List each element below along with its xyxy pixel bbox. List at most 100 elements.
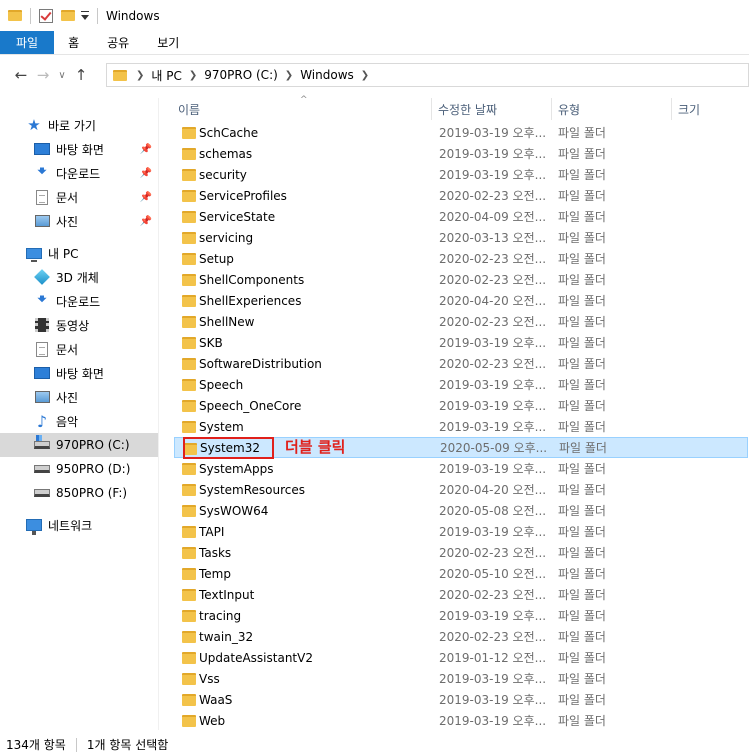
file-row[interactable]: TextInput 2020-02-23 오전... 파일 폴더 [174, 584, 748, 605]
download-icon: 🠻 [37, 289, 47, 308]
nav-desktop[interactable]: 바탕 화면 [0, 361, 158, 385]
nav-label: 바로 가기 [48, 118, 96, 133]
tab-home[interactable]: 홈 [54, 31, 93, 54]
file-type: 파일 폴더 [558, 357, 606, 371]
file-row[interactable]: ShellExperiences 2020-04-20 오전... 파일 폴더 [174, 290, 748, 311]
file-row[interactable]: Web 2019-03-19 오후... 파일 폴더 [174, 710, 748, 731]
nav-this-pc[interactable]: 내 PC [0, 241, 158, 265]
chevron-right-icon[interactable]: ❯ [282, 70, 296, 81]
file-row[interactable]: Speech 2019-03-19 오후... 파일 폴더 [174, 374, 748, 395]
nav-drive-d[interactable]: 950PRO (D:) [0, 457, 158, 481]
nav-videos[interactable]: 동영상 [0, 313, 158, 337]
file-row[interactable]: WaaS 2019-03-19 오후... 파일 폴더 [174, 689, 748, 710]
pin-icon[interactable]: 📌 [140, 144, 152, 155]
back-button[interactable]: ← [10, 64, 32, 86]
file-date: 2019-03-19 오후... [439, 126, 547, 140]
file-row[interactable]: Setup 2020-02-23 오전... 파일 폴더 [174, 248, 748, 269]
nav-label: 3D 개체 [56, 270, 99, 285]
file-row[interactable]: SKB 2019-03-19 오후... 파일 폴더 [174, 332, 748, 353]
nav-quick-access[interactable]: ★ 바로 가기 [0, 113, 158, 137]
file-row[interactable]: UpdateAssistantV2 2019-01-12 오전... 파일 폴더 [174, 647, 748, 668]
file-date: 2019-03-19 오후... [439, 147, 547, 161]
tab-share[interactable]: 공유 [93, 31, 143, 54]
file-row[interactable]: Speech_OneCore 2019-03-19 오후... 파일 폴더 [174, 395, 748, 416]
customize-quick-access-icon[interactable] [81, 11, 89, 20]
nav-label: 다운로드 [56, 294, 101, 309]
file-date: 2019-03-19 오후... [439, 168, 547, 182]
chevron-right-icon[interactable]: ❯ [133, 70, 147, 81]
file-row[interactable]: Vss 2019-03-19 오후... 파일 폴더 [174, 668, 748, 689]
folder-icon [182, 253, 196, 265]
file-type: 파일 폴더 [558, 147, 606, 161]
nav-drive-c[interactable]: 970PRO (C:) [0, 433, 158, 457]
address-bar[interactable]: ❯ 내 PC ❯ 970PRO (C:) ❯ Windows ❯ [106, 63, 749, 87]
file-date: 2020-02-23 오전... [439, 546, 547, 560]
pin-icon[interactable]: 📌 [140, 192, 152, 203]
new-folder-icon[interactable] [61, 10, 75, 21]
file-date: 2019-03-19 오후... [439, 609, 547, 623]
nav-downloads-pinned[interactable]: 🠻 다운로드 📌 [0, 161, 158, 185]
breadcrumb-this-pc[interactable]: 내 PC [147, 67, 185, 84]
file-date: 2019-03-19 오후... [439, 420, 547, 434]
breadcrumb-c-drive[interactable]: 970PRO (C:) [200, 68, 282, 82]
column-name[interactable]: 이름 [172, 98, 432, 120]
file-date: 2020-05-10 오전... [439, 567, 547, 581]
tab-file[interactable]: 파일 [0, 31, 55, 54]
file-row[interactable]: SystemApps 2019-03-19 오후... 파일 폴더 [174, 458, 748, 479]
nav-documents-pinned[interactable]: 문서 📌 [0, 185, 158, 209]
file-name: SKB [199, 335, 223, 350]
file-row[interactable]: security 2019-03-19 오후... 파일 폴더 [174, 164, 748, 185]
recent-locations-button[interactable]: ∨ [54, 64, 70, 86]
up-button[interactable]: ↑ [70, 64, 92, 86]
nav-label: 950PRO (D:) [56, 462, 131, 476]
file-row[interactable]: SysWOW64 2020-05-08 오전... 파일 폴더 [174, 500, 748, 521]
file-type: 파일 폴더 [558, 378, 606, 392]
nav-drive-f[interactable]: 850PRO (F:) [0, 481, 158, 505]
file-type: 파일 폴더 [558, 630, 606, 644]
nav-downloads[interactable]: 🠻 다운로드 [0, 289, 158, 313]
file-type: 파일 폴더 [558, 504, 606, 518]
nav-3d-objects[interactable]: 3D 개체 [0, 265, 158, 289]
column-size[interactable]: 크기 [672, 98, 749, 120]
chevron-right-icon[interactable]: ❯ [358, 70, 372, 81]
nav-music[interactable]: ♪ 음악 [0, 409, 158, 433]
file-row[interactable]: Tasks 2020-02-23 오전... 파일 폴더 [174, 542, 748, 563]
nav-pictures-pinned[interactable]: 사진 📌 [0, 209, 158, 233]
file-name: System [199, 419, 244, 434]
properties-icon[interactable] [39, 8, 53, 23]
file-row[interactable]: ServiceProfiles 2020-02-23 오전... 파일 폴더 [174, 185, 748, 206]
nav-label: 바탕 화면 [56, 366, 104, 381]
file-row[interactable]: ServiceState 2020-04-09 오전... 파일 폴더 [174, 206, 748, 227]
nav-network[interactable]: 네트워크 [0, 513, 158, 537]
column-type[interactable]: 유형 [552, 98, 672, 120]
pin-icon[interactable]: 📌 [140, 216, 152, 227]
file-row[interactable]: System32 2020-05-09 오후... 파일 폴더 더블 클릭 [174, 437, 748, 459]
pane-divider[interactable] [158, 98, 159, 730]
file-row[interactable]: SystemResources 2020-04-20 오전... 파일 폴더 [174, 479, 748, 500]
column-headers: ^ 이름 수정한 날짜 유형 크기 [166, 95, 749, 120]
file-row[interactable]: System 2019-03-19 오후... 파일 폴더 [174, 416, 748, 437]
file-row[interactable]: Temp 2020-05-10 오전... 파일 폴더 [174, 563, 748, 584]
file-row[interactable]: tracing 2019-03-19 오후... 파일 폴더 [174, 605, 748, 626]
file-row[interactable]: SoftwareDistribution 2020-02-23 오전... 파일 폴… [174, 353, 748, 374]
nav-desktop-pinned[interactable]: 바탕 화면 📌 [0, 137, 158, 161]
tab-view[interactable]: 보기 [143, 31, 193, 54]
file-row[interactable]: SchCache 2019-03-19 오후... 파일 폴더 [174, 122, 748, 143]
file-date: 2020-03-13 오전... [439, 231, 547, 245]
folder-icon [182, 379, 196, 391]
nav-documents[interactable]: 문서 [0, 337, 158, 361]
video-icon [35, 318, 49, 332]
breadcrumb-windows[interactable]: Windows [296, 68, 358, 82]
pin-icon[interactable]: 📌 [140, 168, 152, 179]
file-row[interactable]: servicing 2020-03-13 오전... 파일 폴더 [174, 227, 748, 248]
file-row[interactable]: twain_32 2020-02-23 오전... 파일 폴더 [174, 626, 748, 647]
file-row[interactable]: ShellNew 2020-02-23 오전... 파일 폴더 [174, 311, 748, 332]
column-date-modified[interactable]: 수정한 날짜 [432, 98, 552, 120]
forward-button[interactable]: → [32, 64, 54, 86]
nav-pictures[interactable]: 사진 [0, 385, 158, 409]
file-row[interactable]: TAPI 2019-03-19 오후... 파일 폴더 [174, 521, 748, 542]
file-row[interactable]: ShellComponents 2020-02-23 오전... 파일 폴더 [174, 269, 748, 290]
file-row[interactable]: schemas 2019-03-19 오후... 파일 폴더 [174, 143, 748, 164]
file-name: Tasks [199, 545, 232, 560]
chevron-right-icon[interactable]: ❯ [186, 70, 200, 81]
